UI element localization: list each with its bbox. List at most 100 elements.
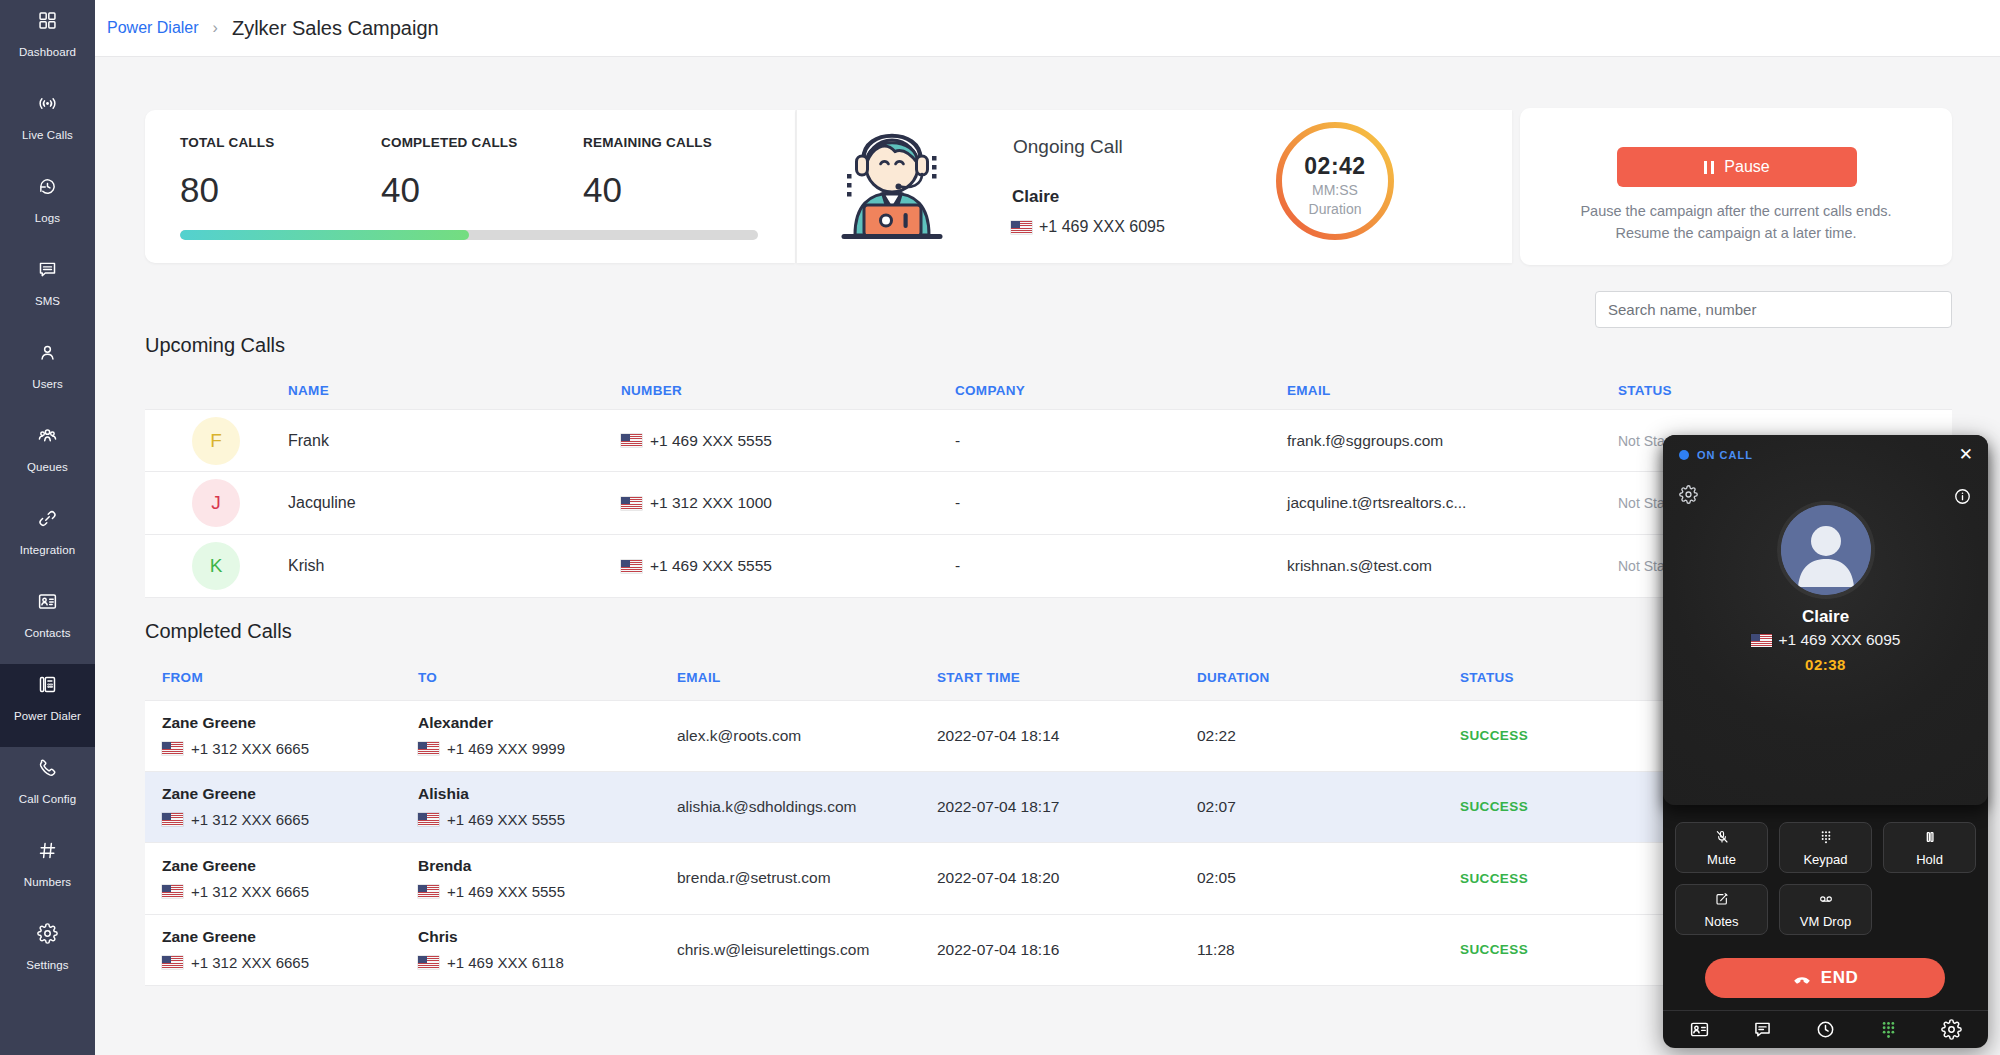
call-duration-unit: MM:SS xyxy=(1274,182,1396,198)
pause-button[interactable]: Pause xyxy=(1617,147,1857,187)
upcoming-calls-title: Upcoming Calls xyxy=(145,334,285,357)
on-call-status-label: ON CALL xyxy=(1697,449,1753,461)
logs-icon xyxy=(37,175,59,197)
us-flag-icon xyxy=(621,560,642,573)
sidebar-item-settings[interactable]: Settings xyxy=(0,913,95,996)
pause-description-line1: Pause the campaign after the current cal… xyxy=(1520,203,1952,219)
call-duration-value: 02:42 xyxy=(1274,153,1396,180)
end-call-button[interactable]: END xyxy=(1705,958,1945,998)
mute-icon xyxy=(1714,829,1730,849)
us-flag-icon xyxy=(418,956,439,969)
us-flag-icon xyxy=(418,885,439,898)
breadcrumb-power-dialer[interactable]: Power Dialer xyxy=(107,19,199,37)
sidebar-item-power-dialer[interactable]: Power Dialer xyxy=(0,664,95,747)
contacts-icon xyxy=(37,590,59,612)
numbers-icon xyxy=(37,839,59,861)
keypad-button[interactable]: Keypad xyxy=(1779,822,1872,873)
column-header-email[interactable]: EMAIL xyxy=(1287,383,1618,398)
us-flag-icon xyxy=(418,813,439,826)
chat-icon[interactable] xyxy=(1752,1019,1773,1040)
keypad-grid-icon[interactable] xyxy=(1878,1019,1899,1040)
on-call-status-dot xyxy=(1679,450,1689,460)
sidebar-item-contacts[interactable]: Contacts xyxy=(0,581,95,664)
pause-card: Pause Pause the campaign after the curre… xyxy=(1520,108,1952,265)
sidebar-item-dashboard[interactable]: Dashboard xyxy=(0,0,95,83)
sms-icon xyxy=(37,258,59,280)
mute-button[interactable]: Mute xyxy=(1675,822,1768,873)
hold-button[interactable]: Hold xyxy=(1883,822,1976,873)
us-flag-icon xyxy=(162,956,183,969)
topbar: Power Dialer › Zylker Sales Campaign xyxy=(95,0,2000,57)
ongoing-call-card: Ongoing Call Claire +1 469 XXX 6095 02:4… xyxy=(796,110,1512,263)
keypad-icon xyxy=(1818,829,1834,849)
widget-settings-icon[interactable] xyxy=(1679,485,1698,504)
column-header-company[interactable]: COMPANY xyxy=(955,383,1287,398)
widget-caller-name: Claire xyxy=(1663,607,1988,627)
upcoming-table-header: NAMENUMBERCOMPANYEMAILSTATUS xyxy=(145,375,1952,405)
settings-icon[interactable] xyxy=(1941,1019,1962,1040)
ongoing-call-name: Claire xyxy=(1012,187,1059,207)
campaign-stats-card: TOTAL CALLS80COMPLETED CALLS40REMAINING … xyxy=(145,110,795,263)
end-call-icon xyxy=(1792,968,1812,988)
completed-calls-title: Completed Calls xyxy=(145,620,292,643)
campaign-progress-bar xyxy=(180,230,758,240)
us-flag-icon xyxy=(162,885,183,898)
contact-avatar: F xyxy=(192,417,240,465)
column-header-status[interactable]: STATUS xyxy=(1618,383,1952,398)
contact-avatar: K xyxy=(192,542,240,590)
call-agent-illustration xyxy=(827,114,957,244)
sidebar-item-users[interactable]: Users xyxy=(0,332,95,415)
widget-footer-toolbar xyxy=(1663,1010,1988,1048)
dashboard-icon xyxy=(37,9,59,31)
call-duration-caption: Duration xyxy=(1274,201,1396,217)
live-calls-icon xyxy=(37,92,59,114)
us-flag-icon xyxy=(162,742,183,755)
sidebar-item-numbers[interactable]: Numbers xyxy=(0,830,95,913)
widget-caller-number: +1 469 XXX 6095 xyxy=(1663,631,1988,649)
column-header-duration[interactable]: DURATION xyxy=(1197,670,1460,685)
power-dialer-icon xyxy=(37,673,59,695)
queues-icon xyxy=(37,424,59,446)
sidebar-item-sms[interactable]: SMS xyxy=(0,249,95,332)
users-icon xyxy=(37,341,59,363)
pause-icon xyxy=(1704,161,1714,174)
caller-avatar xyxy=(1781,505,1871,595)
column-header-to[interactable]: TO xyxy=(418,670,677,685)
column-header-email[interactable]: EMAIL xyxy=(677,670,937,685)
close-icon[interactable]: ✕ xyxy=(1959,444,1973,465)
ongoing-call-title: Ongoing Call xyxy=(1013,136,1123,158)
chevron-right-icon: › xyxy=(213,19,218,37)
sidebar-item-integration[interactable]: Integration xyxy=(0,498,95,581)
notes-icon xyxy=(1714,891,1730,911)
sidebar-item-live-calls[interactable]: Live Calls xyxy=(0,83,95,166)
contact-avatar: J xyxy=(192,479,240,527)
sidebar-item-queues[interactable]: Queues xyxy=(0,415,95,498)
page-title: Zylker Sales Campaign xyxy=(232,17,439,40)
sidebar-item-logs[interactable]: Logs xyxy=(0,166,95,249)
column-header-number[interactable]: NUMBER xyxy=(621,383,955,398)
history-icon[interactable] xyxy=(1815,1019,1836,1040)
vm-drop-button[interactable]: VM Drop xyxy=(1779,884,1872,935)
settings-icon xyxy=(37,922,59,944)
contact-card-icon[interactable] xyxy=(1689,1019,1710,1040)
us-flag-icon xyxy=(418,742,439,755)
vm-drop-icon xyxy=(1818,891,1834,911)
us-flag-icon xyxy=(1011,221,1032,234)
integration-icon xyxy=(37,507,59,529)
pause-description-line2: Resume the campaign at a later time. xyxy=(1520,225,1952,241)
hold-icon xyxy=(1922,829,1938,849)
us-flag-icon xyxy=(1751,634,1772,647)
ongoing-call-number: +1 469 XXX 6095 xyxy=(1011,218,1165,236)
page: DashboardLive CallsLogsSMSUsersQueuesInt… xyxy=(0,0,2000,1055)
column-header-start-time[interactable]: START TIME xyxy=(937,670,1197,685)
column-header-from[interactable]: FROM xyxy=(145,670,418,685)
notes-button[interactable]: Notes xyxy=(1675,884,1768,935)
us-flag-icon xyxy=(162,813,183,826)
sidebar: DashboardLive CallsLogsSMSUsersQueuesInt… xyxy=(0,0,95,1055)
call-config-icon xyxy=(37,756,59,778)
search-input[interactable] xyxy=(1595,291,1952,328)
sidebar-item-call-config[interactable]: Call Config xyxy=(0,747,95,830)
us-flag-icon xyxy=(621,434,642,447)
info-icon[interactable] xyxy=(1953,487,1972,506)
column-header-name[interactable]: NAME xyxy=(288,383,621,398)
